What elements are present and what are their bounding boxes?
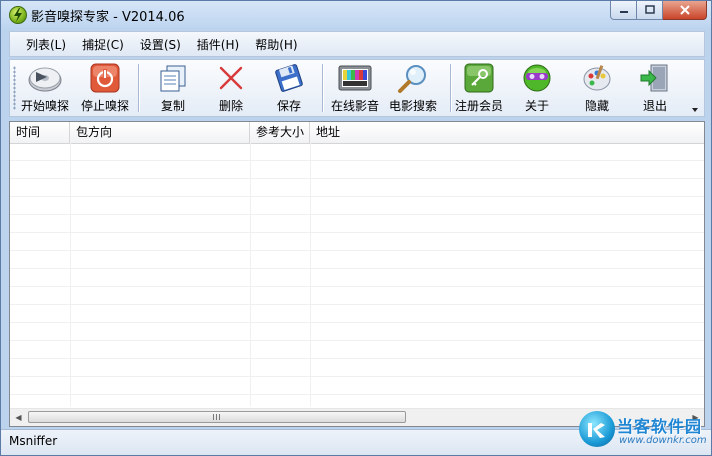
globe-icon — [519, 62, 555, 93]
copy-icon — [155, 62, 191, 93]
list-body — [10, 143, 704, 406]
table-row[interactable] — [10, 251, 704, 269]
menu-plugins[interactable]: 插件(H) — [189, 36, 247, 53]
window-controls — [610, 1, 707, 21]
about-label: 关于 — [524, 99, 549, 113]
online-media-button[interactable]: 在线影音 — [326, 62, 384, 114]
movie-search-label: 电影搜索 — [388, 99, 437, 113]
toolbar: 开始嗅探 停止嗅探 复制 删除 保存 在线影音 电影搜索 注册会员 关于 隐藏 … — [9, 59, 705, 117]
column-header-time[interactable]: 时间 — [10, 122, 70, 143]
scroll-thumb[interactable] — [28, 411, 406, 423]
menu-help[interactable]: 帮助(H) — [247, 36, 305, 53]
copy-button[interactable]: 复制 — [144, 62, 202, 114]
tv-icon — [337, 62, 373, 93]
watermark-title: 当客软件园 — [617, 417, 703, 436]
watermark: 当客软件园 www.downkr.com — [579, 409, 711, 455]
hide-button[interactable]: 隐藏 — [568, 62, 626, 114]
table-row[interactable] — [10, 233, 704, 251]
movie-search-button[interactable]: 电影搜索 — [384, 62, 442, 114]
copy-label: 复制 — [160, 99, 185, 113]
table-row[interactable] — [10, 197, 704, 215]
floppy-icon — [271, 62, 307, 93]
menu-list[interactable]: 列表(L) — [18, 36, 74, 53]
start-sniff-button[interactable]: 开始嗅探 — [16, 62, 74, 114]
table-row[interactable] — [10, 161, 704, 179]
save-button[interactable]: 保存 — [260, 62, 318, 114]
table-row[interactable] — [10, 323, 704, 341]
table-row[interactable] — [10, 269, 704, 287]
toolbar-separator — [138, 64, 140, 112]
key-icon — [461, 62, 497, 93]
close-button[interactable] — [663, 1, 707, 20]
table-row[interactable] — [10, 287, 704, 305]
window-title: 影音嗅探专家 - V2014.06 — [31, 10, 185, 25]
stop-sniff-label: 停止嗅探 — [80, 99, 129, 113]
delete-button[interactable]: 删除 — [202, 62, 260, 114]
column-divider — [310, 143, 311, 406]
capture-list[interactable]: 时间 包方向 参考大小 地址 ◀ ▶ — [9, 121, 705, 427]
table-row[interactable] — [10, 341, 704, 359]
about-button[interactable]: 关于 — [508, 62, 566, 114]
menu-bar: 列表(L) 捕捉(C) 设置(S) 插件(H) 帮助(H) — [9, 31, 705, 57]
table-row[interactable] — [10, 377, 704, 395]
delete-x-icon — [213, 62, 249, 93]
minimize-button[interactable] — [610, 1, 637, 20]
minimize-icon — [619, 11, 628, 13]
stop-sniff-button[interactable]: 停止嗅探 — [76, 62, 134, 114]
sniff-disc-icon — [27, 62, 63, 93]
scroll-left-icon[interactable]: ◀ — [10, 409, 27, 426]
table-row[interactable] — [10, 359, 704, 377]
column-header-size[interactable]: 参考大小 — [250, 122, 310, 143]
column-divider — [70, 143, 71, 406]
palette-icon — [579, 62, 615, 93]
power-icon — [87, 62, 123, 93]
app-lightning-icon — [9, 6, 27, 24]
exit-door-icon — [637, 62, 673, 93]
save-label: 保存 — [276, 99, 301, 113]
table-row[interactable] — [10, 305, 704, 323]
table-row[interactable] — [10, 215, 704, 233]
main-window: 影音嗅探专家 - V2014.06 列表(L) 捕捉(C) 设置(S) 插件(H… — [0, 0, 712, 456]
register-member-label: 注册会员 — [454, 99, 503, 113]
close-icon — [679, 5, 690, 15]
delete-label: 删除 — [218, 99, 243, 113]
hide-label: 隐藏 — [584, 99, 609, 113]
table-row[interactable] — [10, 179, 704, 197]
toolbar-overflow-icon[interactable] — [692, 108, 698, 112]
register-member-button[interactable]: 注册会员 — [450, 62, 508, 114]
scroll-grip-icon — [213, 414, 221, 420]
menu-capture[interactable]: 捕捉(C) — [74, 36, 132, 53]
column-divider — [250, 143, 251, 406]
table-row[interactable] — [10, 143, 704, 161]
watermark-logo-icon — [579, 411, 615, 447]
list-header: 时间 包方向 参考大小 地址 — [10, 122, 704, 144]
maximize-icon — [644, 5, 655, 14]
menu-settings[interactable]: 设置(S) — [132, 36, 189, 53]
title-bar[interactable]: 影音嗅探专家 - V2014.06 — [1, 1, 711, 29]
status-text: Msniffer — [9, 434, 58, 448]
toolbar-separator — [322, 64, 324, 112]
magnifier-icon — [395, 62, 431, 93]
maximize-button[interactable] — [637, 1, 663, 20]
online-media-label: 在线影音 — [330, 99, 379, 113]
exit-label: 退出 — [642, 99, 667, 113]
exit-button[interactable]: 退出 — [626, 62, 684, 114]
column-header-address[interactable]: 地址 — [310, 122, 704, 143]
watermark-url: www.downkr.com — [619, 435, 707, 446]
start-sniff-label: 开始嗅探 — [20, 99, 69, 113]
column-header-direction[interactable]: 包方向 — [70, 122, 250, 143]
